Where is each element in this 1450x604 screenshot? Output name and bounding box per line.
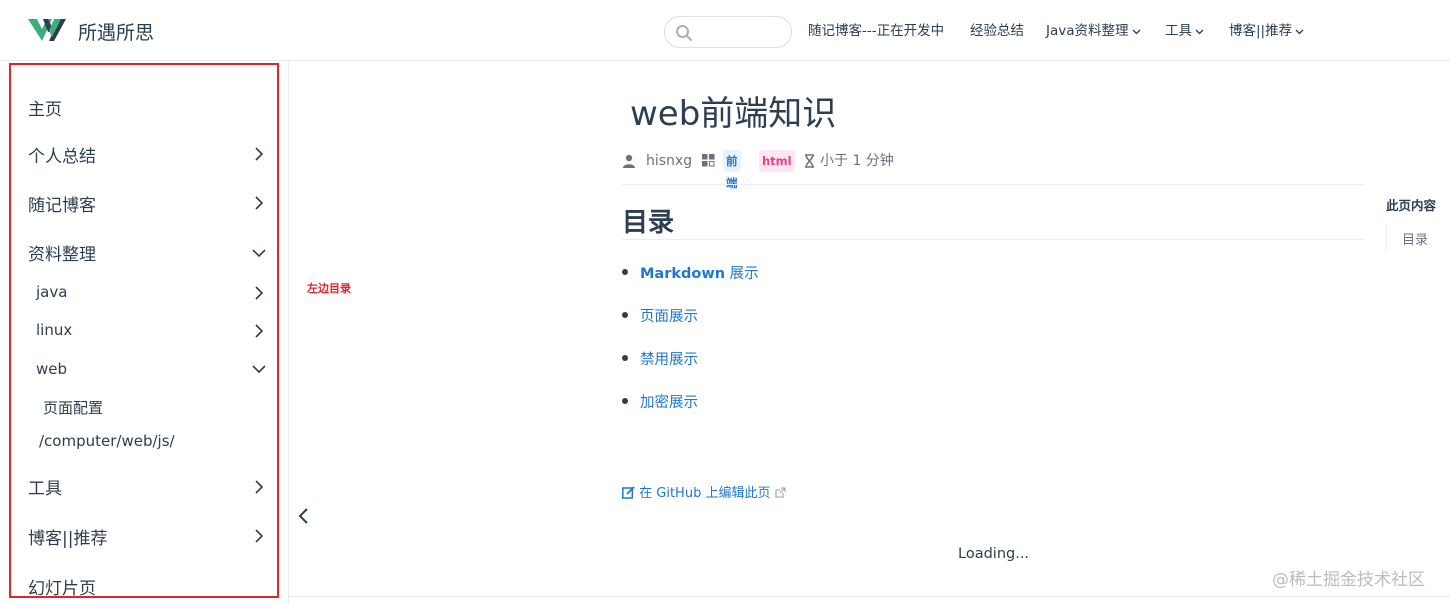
bullet-icon	[622, 269, 628, 275]
nav-dropdown-java[interactable]: Java资料整理	[1046, 22, 1141, 40]
nav-link-label: 工具	[1165, 23, 1192, 39]
sidebar: 主页 个人总结 随记博客 资料整理 java linux web 页面配置 /c…	[0, 61, 289, 604]
edit-icon	[622, 486, 635, 499]
chevron-down-icon[interactable]	[251, 361, 267, 377]
chevron-down-icon	[1132, 29, 1140, 34]
sidebar-item-page-config[interactable]: 页面配置	[43, 397, 103, 418]
sidebar-item-linux[interactable]: linux	[36, 321, 72, 339]
author-icon	[623, 154, 635, 168]
toc-link[interactable]: Markdown 展示	[640, 266, 759, 282]
divider	[289, 596, 1450, 597]
nav-link-label: 博客||推荐	[1229, 23, 1293, 39]
sidebar-collapse-icon[interactable]	[296, 507, 312, 525]
page-title: web前端知识	[630, 94, 837, 134]
sidebar-item-java[interactable]: java	[36, 283, 67, 301]
toc-item-page: 页面展示	[622, 305, 698, 326]
toc-link[interactable]: 禁用展示	[640, 352, 698, 368]
annotation-label: 左边目录	[307, 282, 351, 295]
reading-time: 小于 1 分钟	[820, 153, 894, 169]
toc-link[interactable]: 加密展示	[640, 395, 698, 411]
nav-dropdown-recommend[interactable]: 博客||推荐	[1229, 22, 1304, 40]
sidebar-item-web-js[interactable]: /computer/web/js/	[39, 432, 175, 450]
toc-link-zh: 展示	[725, 266, 759, 282]
toc-item-encrypt: 加密展示	[622, 391, 698, 412]
right-toc-title: 此页内容	[1386, 198, 1437, 213]
sidebar-item-notes[interactable]: 随记博客	[28, 191, 96, 216]
sidebar-item-recommend[interactable]: 博客||推荐	[28, 524, 107, 549]
toc-link[interactable]: 页面展示	[640, 309, 698, 325]
site-logo-icon[interactable]	[28, 17, 66, 43]
divider	[622, 184, 1363, 185]
edit-on-github-link[interactable]: 在 GitHub 上编辑此页	[622, 482, 786, 501]
section-heading: 目录	[622, 208, 675, 238]
divider	[622, 239, 1363, 240]
comments-loading: Loading...	[958, 546, 1030, 562]
external-link-icon	[775, 487, 786, 498]
tag-label: html	[762, 154, 792, 168]
site-name[interactable]: 所遇所思	[78, 18, 154, 45]
nav-link-label: 经验总结	[970, 23, 1024, 39]
chevron-right-icon[interactable]	[251, 195, 267, 211]
nav-link-experience[interactable]: 经验总结	[970, 22, 1024, 40]
chevron-right-icon[interactable]	[251, 285, 267, 301]
sidebar-item-web[interactable]: web	[36, 360, 67, 378]
author-name[interactable]: hisnxg	[646, 151, 692, 171]
sidebar-item-tools[interactable]: 工具	[28, 474, 62, 499]
chevron-down-icon[interactable]	[251, 245, 267, 261]
chevron-right-icon[interactable]	[251, 528, 267, 544]
nav-link-label: 随记博客---正在开发中	[808, 23, 945, 39]
right-toc-item[interactable]: 目录	[1402, 229, 1428, 248]
bullet-icon	[622, 355, 628, 361]
bullet-icon	[622, 398, 628, 404]
right-toc-bar	[1386, 225, 1387, 251]
chevron-down-icon	[1195, 29, 1204, 34]
chevron-right-icon[interactable]	[251, 146, 267, 162]
search-icon	[676, 25, 692, 41]
navbar: 所遇所思 随记博客---正在开发中 经验总结 Java资料整理 工具 博客||推…	[0, 0, 1450, 61]
nav-dropdown-tools[interactable]: 工具	[1165, 22, 1204, 40]
hourglass-icon	[805, 154, 814, 168]
category-icon	[702, 154, 715, 167]
sidebar-item-home[interactable]: 主页	[28, 95, 62, 120]
chevron-right-icon[interactable]	[251, 479, 267, 495]
tag-frontend[interactable]: 前端	[723, 150, 741, 190]
edit-link-label: 在 GitHub 上编辑此页	[639, 486, 771, 501]
sidebar-item-slides[interactable]: 幻灯片页	[28, 574, 96, 599]
sidebar-item-summary[interactable]: 个人总结	[28, 142, 96, 167]
nav-link-label: Java资料整理	[1046, 23, 1129, 39]
chevron-down-icon	[1295, 29, 1304, 34]
watermark: @稀土掘金技术社区	[1272, 570, 1425, 590]
toc-link-en: Markdown	[640, 266, 726, 282]
nav-link-blog[interactable]: 随记博客---正在开发中	[808, 22, 944, 40]
toc-item-disable: 禁用展示	[622, 348, 698, 369]
bullet-icon	[622, 312, 628, 318]
tag-html[interactable]: html	[759, 150, 795, 172]
chevron-right-icon[interactable]	[251, 323, 267, 339]
toc-item-markdown: Markdown 展示	[622, 262, 759, 283]
sidebar-item-materials[interactable]: 资料整理	[28, 240, 96, 265]
search-input[interactable]	[664, 16, 792, 48]
